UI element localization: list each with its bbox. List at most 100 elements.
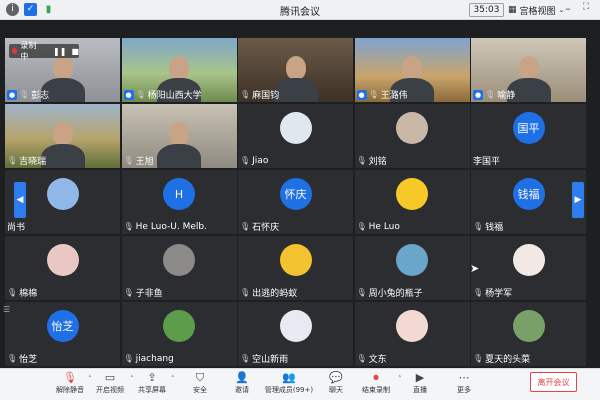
participant-name: He Luo-U. Melb. <box>135 221 207 232</box>
person-silhouette <box>402 56 422 80</box>
title-bar: i ✓ ▮ 腾讯会议 35:03 ▦ 宫格视图 ⌄ – ⛶ <box>0 0 600 20</box>
meeting-timer: 35:03 <box>469 3 504 17</box>
participant-name: 钱福 <box>485 223 504 233</box>
view-mode-button[interactable]: ▦ 宫格视图 ⌄ <box>508 3 564 17</box>
person-silhouette <box>169 122 189 146</box>
mouse-cursor-icon: ➤ <box>470 262 480 275</box>
video-button[interactable]: ▭ 开启视频 <box>86 371 134 399</box>
participant-name-tag: 🎙 石怀庆 <box>240 220 279 233</box>
participant-name-tag: 🎙 怡芝 <box>7 352 37 365</box>
participant-avatar: 怡芝 <box>46 310 79 342</box>
host-icon: ● <box>7 89 17 100</box>
prev-page-button[interactable]: ◀ <box>14 182 26 218</box>
more-button[interactable]: ⋯ 更多 <box>440 371 488 399</box>
stop-icon[interactable]: ■ <box>71 47 79 56</box>
participant-name-tag: 🎙 棉棉 <box>7 286 37 299</box>
participant-avatar <box>512 244 545 276</box>
participant-name-tag: 🎙 出逃的蚂蚁 <box>240 286 297 299</box>
participant-tile[interactable]: H 🎙 He Luo-U. Melb. <box>121 170 237 234</box>
participant-avatar <box>396 244 428 276</box>
mic-muted-icon: 🎙 <box>356 354 367 363</box>
record-icon: ⏺ <box>373 371 379 384</box>
participant-name: 石怀庆 <box>252 223 280 233</box>
participant-tile[interactable]: ● 🎙 喻静 <box>471 38 586 102</box>
participant-tile[interactable]: ● 🎙 王潞伟 <box>354 38 470 102</box>
security-button[interactable]: ⛉ 安全 <box>176 371 224 399</box>
members-label: 管理成员(99+) <box>264 386 314 394</box>
mic-muted-icon: 🎙 <box>135 90 146 99</box>
participant-tile[interactable]: 🎙 子非鱼 <box>121 236 237 300</box>
participant-tile[interactable]: ● 🎙 杨阳山西大学 <box>121 38 237 102</box>
participant-name-tag: 🎙 Jiao <box>240 154 268 167</box>
view-mode-label: 宫格视图 <box>519 6 556 17</box>
pause-icon[interactable]: ❚❚ <box>53 47 66 56</box>
minimize-icon[interactable]: – <box>562 2 574 15</box>
mic-muted-icon: 🎙 <box>356 156 367 165</box>
security-label: 安全 <box>193 386 207 394</box>
participant-tile[interactable]: 国平 李国平 <box>471 104 586 168</box>
participant-name-tag: 🎙 He Luo <box>357 220 400 233</box>
end-recording-button[interactable]: ⏺ 结束录制 <box>352 371 400 399</box>
participant-name: 王旭 <box>135 157 154 167</box>
shield-icon: ⛉ <box>195 371 205 384</box>
mic-muted-icon: 🎙 <box>240 354 251 363</box>
participant-name-tag: 🎙 王旭 <box>124 154 154 167</box>
participant-tile[interactable]: 怡芝 🎙 怡芝 <box>5 302 120 366</box>
chevron-up-icon[interactable]: ˄ <box>171 375 175 383</box>
participant-tile[interactable]: 🎙 He Luo <box>354 170 470 234</box>
participant-tile[interactable]: 🎙 吉晓瑞 <box>5 104 120 168</box>
fullscreen-icon[interactable]: ⛶ <box>580 2 592 12</box>
participant-tile[interactable]: 🎙 空山新雨 <box>238 302 353 366</box>
participant-name: 夏天的头菜 <box>485 355 531 365</box>
video-label: 开启视频 <box>96 386 124 394</box>
participant-name-tag: 🎙 钱福 <box>473 220 503 233</box>
leave-meeting-button[interactable]: 离开会议 <box>530 372 577 392</box>
participant-tile[interactable]: 🎙 杨学军 <box>471 236 586 300</box>
participant-name-tag: 🎙 杨学军 <box>473 286 512 299</box>
person-silhouette <box>169 56 189 80</box>
participant-name: 王潞伟 <box>380 91 408 101</box>
participant-avatar <box>163 310 195 342</box>
person-body <box>157 144 201 168</box>
participant-avatar <box>396 178 428 210</box>
participant-name-tag: 🎙 jiachang <box>124 352 174 365</box>
mic-muted-icon: 🎙 <box>7 156 18 165</box>
participant-name: 李国平 <box>473 157 501 167</box>
mic-muted-icon: 🎙 <box>473 288 484 297</box>
participant-tile[interactable]: 🎙 jiachang <box>121 302 237 366</box>
mic-muted-icon: 🎙 <box>473 222 484 231</box>
participant-name-tag: ● 🎙 喻静 <box>473 88 515 101</box>
members-button[interactable]: 👥 管理成员(99+) <box>264 371 314 399</box>
menu-lines-icon: ☰ <box>3 305 11 314</box>
participant-tile[interactable]: 🎙 文东 <box>354 302 470 366</box>
participant-name: 杨阳山西大学 <box>147 91 202 101</box>
participant-tile[interactable]: 🎙 刘铭 <box>354 104 470 168</box>
participant-tile[interactable]: 🎙 周小兔的瓶子 <box>354 236 470 300</box>
host-icon: ● <box>123 89 134 100</box>
participant-avatar <box>279 244 312 276</box>
live-button[interactable]: ▶ 直播 <box>396 371 444 399</box>
mic-muted-icon: 🎙 <box>123 354 134 363</box>
participant-tile[interactable]: 🎙 王旭 <box>121 104 237 168</box>
host-icon: ● <box>356 89 367 100</box>
person-silhouette <box>52 56 73 80</box>
participant-tile[interactable]: 🎙 夏天的头菜 <box>471 302 586 366</box>
more-icon: ⋯ <box>458 371 470 384</box>
participant-tile[interactable]: 怀庆 🎙 石怀庆 <box>238 170 353 234</box>
avatar-initials: 钱福 <box>517 188 540 201</box>
participant-name-tag: ● 🎙 彭志 <box>7 88 49 101</box>
participant-tile[interactable]: 钱福 🎙 钱福 <box>471 170 586 234</box>
participant-name: 麻国钧 <box>252 91 280 101</box>
participant-name: 空山新雨 <box>252 355 289 365</box>
participant-tile[interactable]: 🎙 出逃的蚂蚁 <box>238 236 353 300</box>
share-screen-button[interactable]: ⇪ 共享屏幕 <box>128 371 176 399</box>
add-user-icon: 👤 <box>235 371 249 384</box>
invite-button[interactable]: 👤 邀请 <box>218 371 266 399</box>
participant-tile[interactable]: 🎙 麻国钧 <box>238 38 353 102</box>
recording-label: 录制中 <box>20 41 37 61</box>
participant-name: 周小兔的瓶子 <box>368 289 423 299</box>
participant-tile[interactable]: 🎙 棉棉 <box>5 236 120 300</box>
participant-name: 喻静 <box>497 91 516 101</box>
participant-tile[interactable]: 🎙 Jiao <box>238 104 353 168</box>
next-page-button[interactable]: ▶ <box>572 182 584 218</box>
